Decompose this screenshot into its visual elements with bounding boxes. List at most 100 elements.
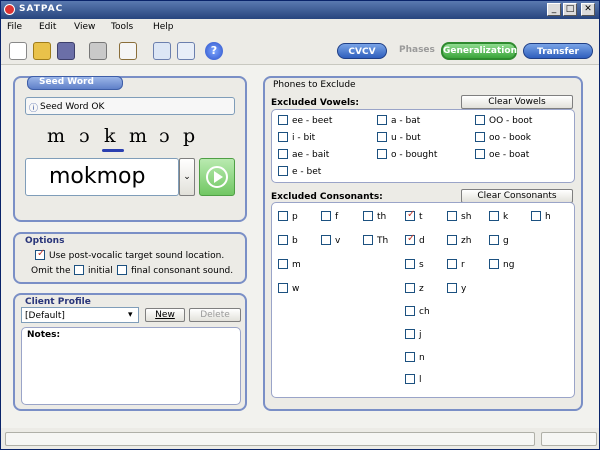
consonant-checkbox[interactable]: [405, 283, 415, 293]
maximize-button[interactable]: □: [563, 3, 577, 16]
save-disk-icon[interactable]: [57, 42, 75, 60]
generalization-button[interactable]: Generalization: [441, 42, 517, 60]
info-icon: ⓘ: [29, 104, 39, 114]
consonant-checkbox[interactable]: [447, 259, 457, 269]
vowel-checkbox[interactable]: [475, 149, 485, 159]
consonant-checkbox[interactable]: [447, 211, 457, 221]
consonant-label: w: [292, 284, 300, 294]
consonant-checkbox[interactable]: [321, 211, 331, 221]
consonant-checkbox[interactable]: [405, 374, 415, 384]
consonant-checkbox[interactable]: [489, 211, 499, 221]
close-button[interactable]: ✕: [581, 3, 595, 16]
consonant-checkbox[interactable]: [405, 209, 415, 221]
preview-icon[interactable]: [177, 42, 195, 60]
play-button[interactable]: [199, 158, 235, 196]
transfer-button[interactable]: Transfer: [523, 43, 593, 59]
vowel-checkbox[interactable]: [278, 115, 288, 125]
consonant-checkbox[interactable]: [405, 259, 415, 269]
seed-dropdown-button[interactable]: ⌄: [179, 158, 195, 196]
vowel-checkbox[interactable]: [278, 149, 288, 159]
omit-initial-label: initial: [88, 266, 113, 276]
consonant-checkbox[interactable]: [278, 259, 288, 269]
phonetic-symbol: m: [129, 125, 148, 147]
consonant-checkbox[interactable]: [447, 235, 457, 245]
print-icon[interactable]: [89, 42, 107, 60]
consonant-checkbox[interactable]: [405, 233, 415, 245]
profile-select-value: [Default]: [25, 311, 65, 321]
vowel-label: i - bit: [292, 133, 316, 143]
vowel-label: oe - boat: [489, 150, 530, 160]
minimize-button[interactable]: _: [547, 3, 561, 16]
consonant-label: f: [335, 212, 339, 222]
document-icon[interactable]: [119, 42, 137, 60]
phases-button[interactable]: Phases: [399, 45, 435, 55]
consonant-label: ch: [419, 307, 430, 317]
vowel-checkbox[interactable]: [278, 132, 288, 142]
consonant-label: d: [419, 236, 425, 246]
consonant-label: j: [419, 330, 422, 340]
consonant-label: b: [292, 236, 298, 246]
menu-help[interactable]: Help: [153, 22, 174, 32]
consonant-label: ng: [503, 260, 515, 270]
window-title: SATPAC: [19, 4, 64, 14]
excluded-consonants-title: Excluded Consonants:: [271, 192, 383, 202]
status-field-main: [5, 432, 535, 446]
delete-profile-button[interactable]: Delete: [189, 308, 241, 322]
consonant-checkbox[interactable]: [489, 235, 499, 245]
consonant-label: v: [335, 236, 341, 246]
consonant-checkbox[interactable]: [278, 235, 288, 245]
consonant-checkbox[interactable]: [489, 259, 499, 269]
omit-initial-checkbox[interactable]: [74, 265, 84, 275]
vowel-checkbox[interactable]: [475, 132, 485, 142]
consonant-label: n: [419, 353, 425, 363]
copy-pages-icon[interactable]: [153, 42, 171, 60]
consonant-label: sh: [461, 212, 472, 222]
new-file-icon[interactable]: [9, 42, 27, 60]
menu-file[interactable]: File: [7, 22, 22, 32]
consonant-label: r: [461, 260, 465, 270]
consonant-checkbox[interactable]: [447, 283, 457, 293]
menu-edit[interactable]: Edit: [39, 22, 56, 32]
vowel-checkbox[interactable]: [377, 149, 387, 159]
play-icon: [206, 166, 228, 188]
seed-word-value: mokmop: [49, 164, 146, 189]
consonant-label: zh: [461, 236, 472, 246]
consonant-checkbox[interactable]: [531, 211, 541, 221]
help-icon[interactable]: ?: [205, 42, 223, 60]
consonant-checkbox[interactable]: [363, 235, 373, 245]
phonetic-symbol: ɔ: [159, 125, 170, 147]
consonant-checkbox[interactable]: [278, 283, 288, 293]
client-profile-legend: Client Profile: [25, 297, 91, 307]
menu-view[interactable]: View: [74, 22, 95, 32]
clear-consonants-button[interactable]: Clear Consonants: [461, 189, 573, 203]
vowel-checkbox[interactable]: [278, 166, 288, 176]
consonant-label: y: [461, 284, 467, 294]
omit-final-label: final consonant sound.: [131, 266, 234, 276]
consonant-checkbox[interactable]: [405, 329, 415, 339]
chevron-down-icon: ▾: [128, 310, 133, 320]
phonetic-symbol: m: [47, 125, 66, 147]
menu-bar: File Edit View Tools Help: [1, 19, 599, 37]
consonant-label: m: [292, 260, 301, 270]
vowel-checkbox[interactable]: [475, 115, 485, 125]
omit-final-checkbox[interactable]: [117, 265, 127, 275]
vowel-checkbox[interactable]: [377, 115, 387, 125]
consonant-checkbox[interactable]: [363, 211, 373, 221]
seed-status-text: Seed Word OK: [40, 102, 105, 112]
consonant-label: Th: [377, 236, 389, 246]
consonant-checkbox[interactable]: [321, 235, 331, 245]
post-vocalic-checkbox[interactable]: [35, 248, 45, 260]
menu-tools[interactable]: Tools: [111, 22, 133, 32]
cvcv-button[interactable]: CVCV: [337, 43, 387, 59]
consonant-checkbox[interactable]: [278, 211, 288, 221]
open-folder-icon[interactable]: [33, 42, 51, 60]
vowel-label: o - bought: [391, 150, 438, 160]
consonant-label: h: [545, 212, 551, 222]
consonant-checkbox[interactable]: [405, 352, 415, 362]
vowel-checkbox[interactable]: [377, 132, 387, 142]
title-bar[interactable]: SATPAC _ □ ✕: [1, 1, 599, 19]
new-profile-button[interactable]: New: [145, 308, 185, 322]
consonant-checkbox[interactable]: [405, 306, 415, 316]
clear-vowels-button[interactable]: Clear Vowels: [461, 95, 573, 109]
consonant-label: s: [419, 260, 424, 270]
